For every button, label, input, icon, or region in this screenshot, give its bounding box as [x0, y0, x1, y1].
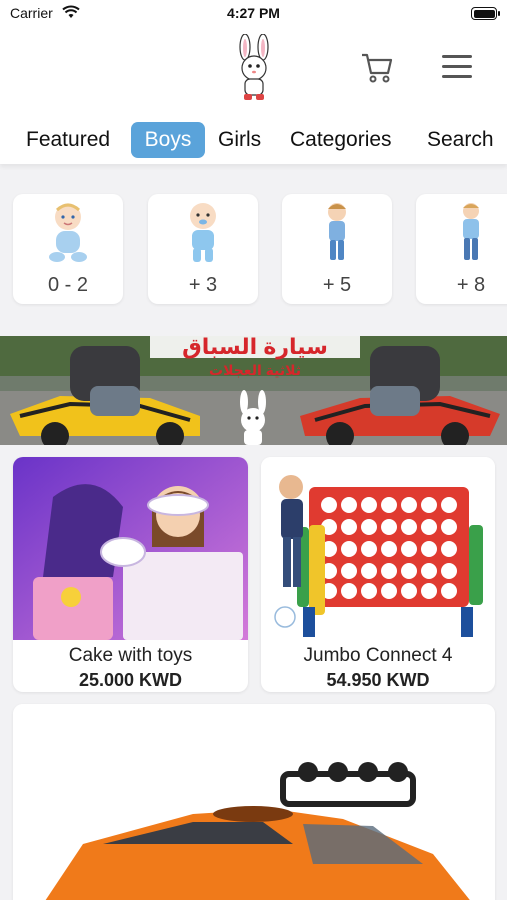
product-image: [13, 704, 495, 900]
menu-icon[interactable]: [442, 55, 472, 81]
clock: 4:27 PM: [227, 5, 280, 21]
older-boy-icon: [463, 203, 479, 260]
age-card-8[interactable]: + 8: [416, 194, 507, 304]
age-label: + 3: [188, 274, 218, 296]
banner-title: سيارة السباق: [182, 336, 328, 359]
bunny-logo[interactable]: [228, 34, 280, 102]
product-price: 25.000 KWD: [78, 670, 183, 690]
status-bar: Carrier 4:27 PM: [0, 0, 507, 28]
boy-icon: [328, 203, 346, 260]
product-card[interactable]: Cake with toys 25.000 KWD: [13, 457, 248, 692]
product-card[interactable]: [13, 704, 495, 900]
tab-boys[interactable]: Boys: [131, 122, 205, 158]
banner-subtitle: ثلاثية العجلات: [209, 362, 301, 378]
battery-icon: [471, 7, 500, 20]
tab-girls[interactable]: Girls: [210, 122, 269, 158]
product-name: Jumbo Connect 4: [303, 645, 453, 666]
baby-icon: [49, 203, 87, 262]
app-header: [0, 28, 507, 118]
age-filter-row: 0 - 2 + 3 + 5 + 8: [0, 180, 507, 320]
product-card[interactable]: Jumbo Connect 4 54.950 KWD: [261, 457, 495, 692]
age-label: + 8: [456, 274, 486, 296]
tab-featured[interactable]: Featured: [18, 122, 118, 158]
age-label: + 5: [322, 274, 352, 296]
cart-icon[interactable]: [360, 52, 394, 84]
toddler-icon: [190, 203, 216, 262]
age-card-0-2[interactable]: 0 - 2: [13, 194, 123, 304]
category-tabs: Featured Boys Girls Categories Search: [0, 118, 507, 164]
age-card-5[interactable]: + 5: [282, 194, 392, 304]
tab-search[interactable]: Search: [419, 122, 502, 158]
product-image: [13, 457, 248, 640]
tab-categories[interactable]: Categories: [282, 122, 400, 158]
age-label: 0 - 2: [47, 274, 89, 296]
age-card-3[interactable]: + 3: [148, 194, 258, 304]
product-image: [261, 457, 495, 640]
promo-banner[interactable]: سيارة السباق ثلاثية العجلات: [0, 336, 507, 445]
product-name: Cake with toys: [68, 645, 193, 666]
product-price: 54.950 KWD: [326, 670, 430, 690]
